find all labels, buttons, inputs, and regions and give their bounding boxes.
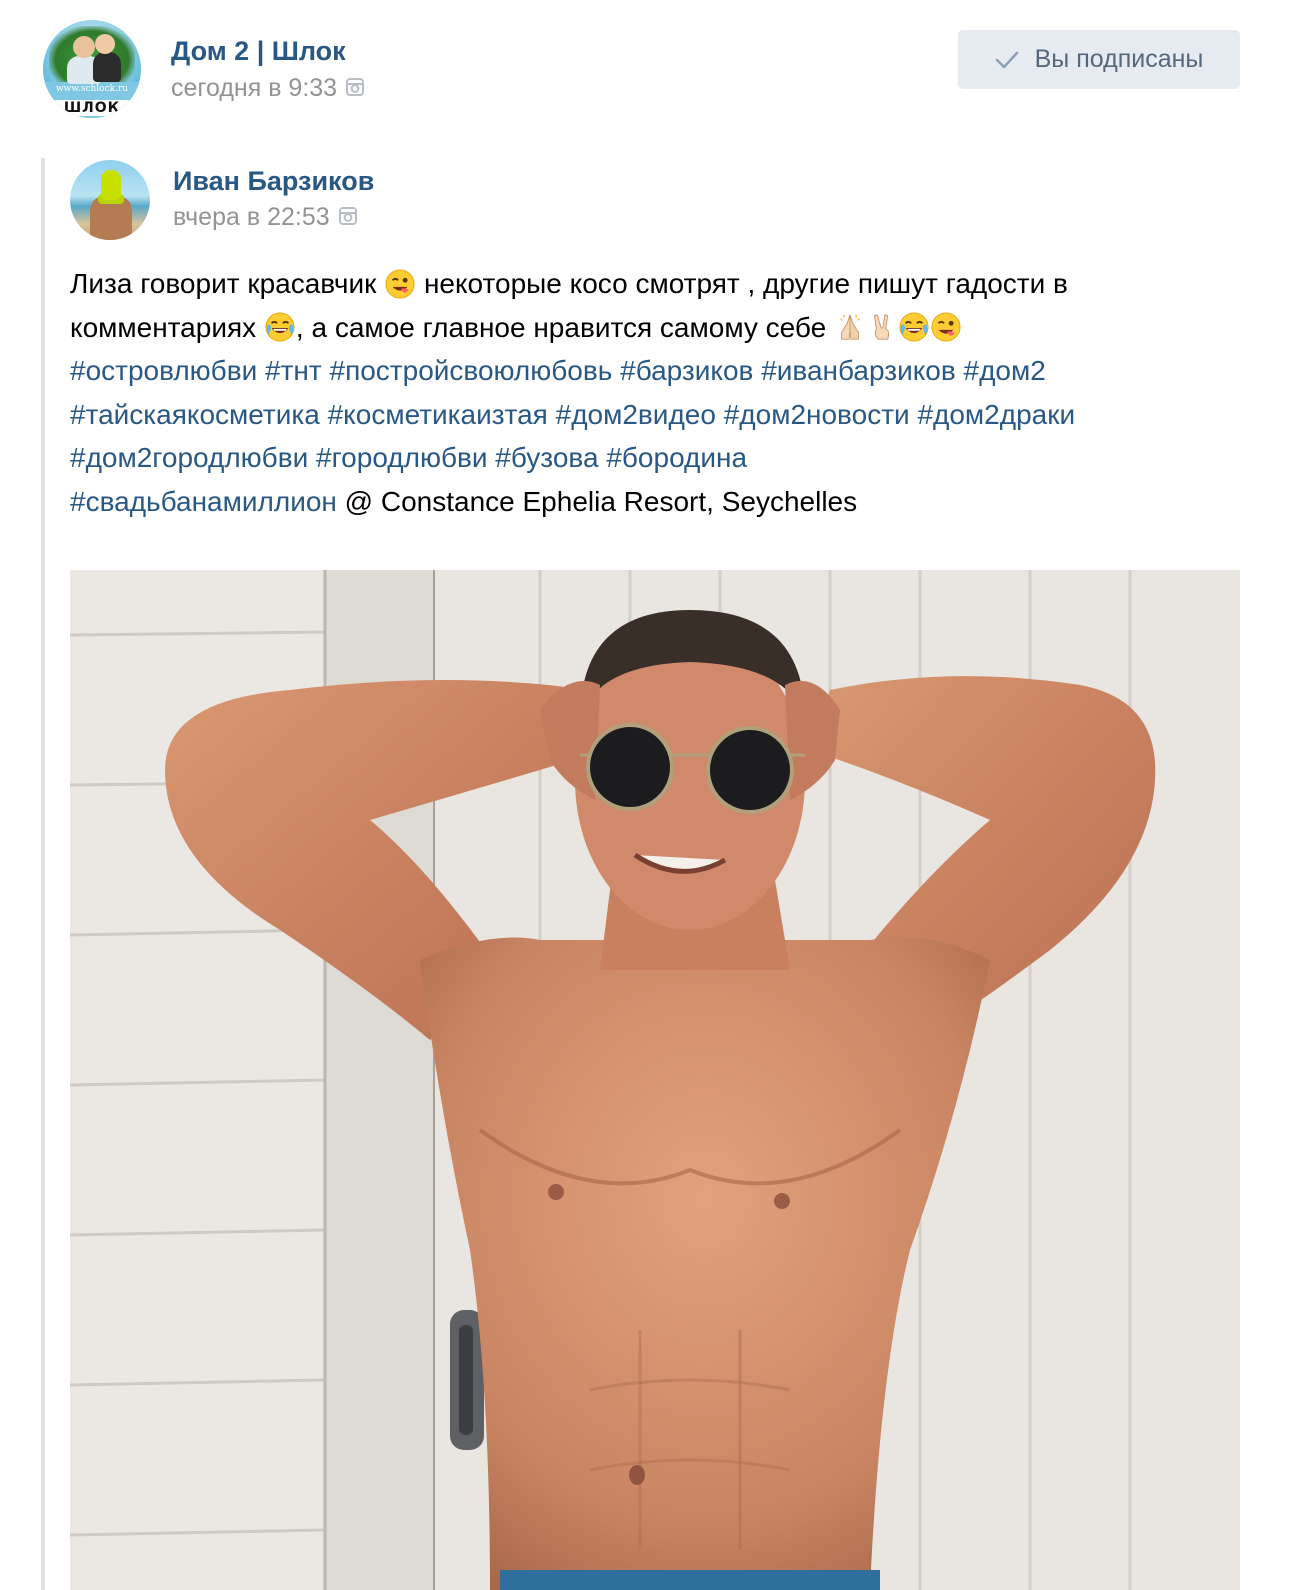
group-name-link[interactable]: Дом 2 | Шлок [171, 36, 346, 67]
author-time-text: вчера в 22:53 [173, 203, 330, 231]
hashtag-link[interactable]: #иванбарзиков [761, 355, 956, 386]
hashtag-link[interactable]: #косметикаизтая [328, 399, 548, 430]
post-hashtags-line: #свадьбанамиллион @ Constance Ephelia Re… [70, 480, 1240, 524]
author-name-link[interactable]: Иван Барзиков [173, 166, 374, 197]
group-avatar[interactable]: www.schlock.ru ШЛОК [43, 20, 141, 118]
instagram-icon [339, 207, 357, 225]
post-text-fragment: Лиза говорит красавчик [70, 268, 385, 299]
victory-hand-icon [867, 312, 897, 342]
avatar-face [101, 170, 121, 200]
hashtag-link[interactable]: #бузова [495, 442, 598, 473]
avatar-site-text: www.schlock.ru [55, 84, 129, 94]
post-photo[interactable] [70, 570, 1240, 1590]
check-icon [995, 51, 1018, 68]
face-with-tears-of-joy-icon [265, 312, 295, 342]
post-hashtags-line: #тайскаякосметика #косметикаизтая #дом2в… [70, 393, 1240, 437]
subscribed-button[interactable]: Вы подписаны [958, 30, 1240, 89]
post-time-link[interactable]: сегодня в 9:33 [171, 74, 364, 103]
author-time-link[interactable]: вчера в 22:53 [173, 203, 357, 232]
hashtag-link[interactable]: #бородина [606, 442, 747, 473]
hashtag-link[interactable]: #островлюбви [70, 355, 257, 386]
avatar-face [73, 36, 95, 58]
post-text-fragment: , а самое главное нравится самому себе [295, 311, 834, 343]
post-text: Лиза говорит красавчик некоторые косо см… [70, 262, 1240, 523]
hashtag-link[interactable]: #дом2городлюбви [70, 442, 308, 473]
hashtag-link[interactable]: #тайскаякосметика [70, 399, 320, 430]
hashtag-link[interactable]: #свадьбанамиллион [70, 486, 337, 517]
hashtag-link[interactable]: #дом2драки [917, 399, 1075, 430]
winking-face-with-tongue-icon [385, 269, 415, 299]
hashtag-link[interactable]: #постройсвоюлюбовь [330, 355, 613, 386]
avatar-face [95, 34, 115, 54]
avatar-figure [93, 52, 121, 82]
repost-indicator-bar [41, 158, 45, 1590]
instagram-icon [346, 78, 364, 96]
author-avatar[interactable] [70, 160, 150, 240]
hashtag-link[interactable]: #барзиков [620, 355, 753, 386]
hashtag-link[interactable]: #дом2новости [724, 399, 910, 430]
avatar-logo-text: ШЛОК [53, 100, 131, 116]
face-with-tears-of-joy-icon [899, 312, 929, 342]
post-text-fragment: комментариях [70, 311, 264, 343]
post-location: @ Constance Ephelia Resort, Seychelles [336, 485, 858, 517]
post-text-line: комментариях , а самое главное нравится … [70, 306, 1240, 350]
photo-image [70, 570, 1240, 1590]
post-text-fragment: некоторые косо смотрят , другие пишут га… [416, 268, 1068, 299]
folded-hands-icon [835, 312, 865, 342]
post-hashtags-line: #островлюбви #тнт #постройсвоюлюбовь #ба… [70, 349, 1240, 393]
hashtag-link[interactable]: #дом2 [964, 355, 1046, 386]
winking-face-with-tongue-icon [931, 312, 961, 342]
hashtag-link[interactable]: #тнт [265, 355, 322, 386]
hashtag-link[interactable]: #городлюбви [316, 442, 488, 473]
hashtag-link[interactable]: #дом2видео [556, 399, 716, 430]
subscribed-button-label: Вы подписаны [1034, 45, 1204, 73]
post-text-line: Лиза говорит красавчик некоторые косо см… [70, 262, 1240, 306]
post-header: www.schlock.ru ШЛОК Дом 2 | Шлок сегодня… [0, 0, 1298, 140]
post-hashtags-line: #дом2городлюбви #городлюбви #бузова #бор… [70, 436, 1240, 480]
post-time-text: сегодня в 9:33 [171, 74, 338, 102]
